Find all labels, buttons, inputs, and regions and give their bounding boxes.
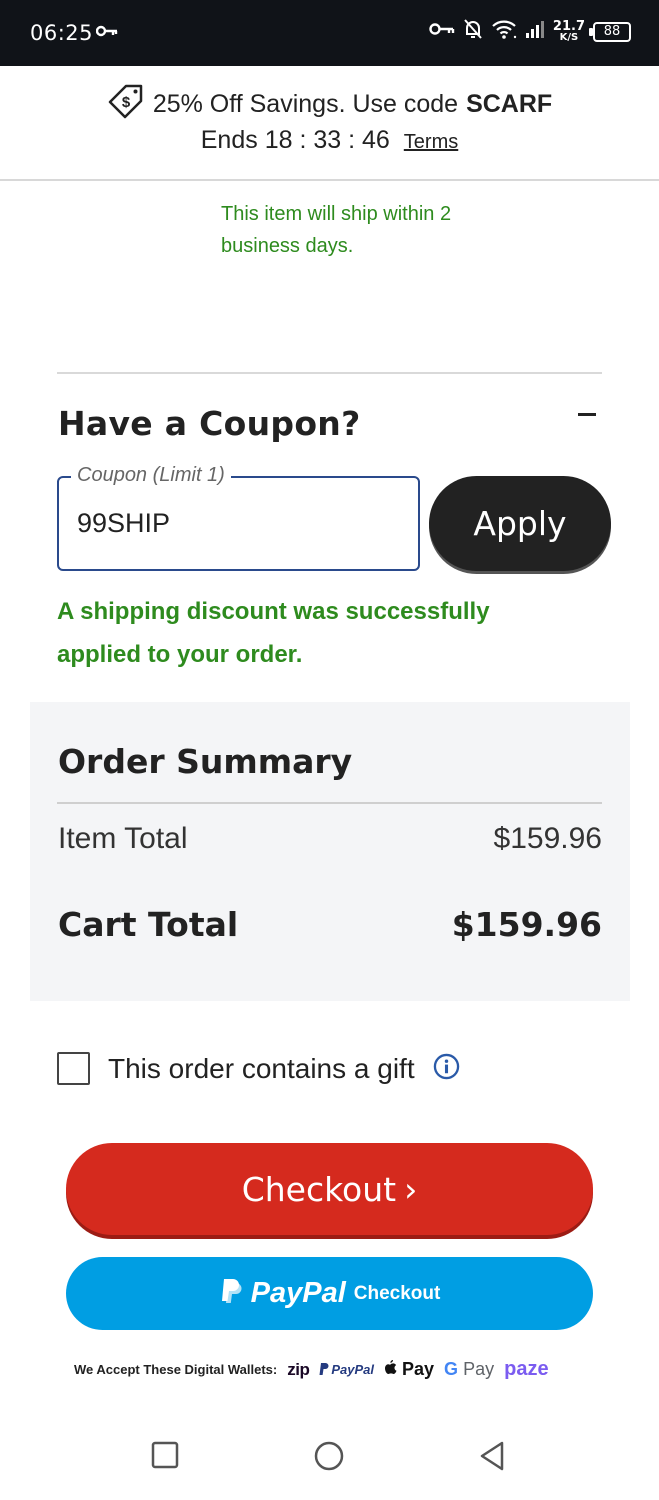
apple-pay-logo: Pay <box>384 1359 434 1380</box>
promo-headline: $ 25% Off Savings. Use code SCARF <box>0 83 659 126</box>
status-bar: 06:25 21.7 K/S 88 <box>0 0 659 66</box>
android-nav-bar <box>0 1410 659 1500</box>
coupon-field-value[interactable]: 99SHIP <box>77 508 170 539</box>
zip-logo: zip <box>287 1359 310 1379</box>
item-total-value: $159.96 <box>493 822 602 855</box>
signal-icon <box>525 20 545 43</box>
cart-total-value: $159.96 <box>451 905 602 944</box>
key-icon <box>95 24 118 43</box>
paypal-checkout-label: Checkout <box>353 1282 441 1304</box>
bell-off-icon <box>463 18 483 45</box>
checkout-label: Checkout <box>241 1169 397 1209</box>
home-icon[interactable] <box>313 1440 345 1477</box>
order-summary-title: Order Summary <box>58 742 353 781</box>
checkout-button[interactable]: Checkout › <box>66 1143 593 1235</box>
paypal-icon <box>219 1277 243 1310</box>
section-divider <box>57 372 602 374</box>
coupon-input[interactable]: Coupon (Limit 1) 99SHIP <box>57 464 420 571</box>
coupon-success-message: A shipping discount was successfully app… <box>57 598 490 668</box>
status-icons: 21.7 K/S 88 <box>429 18 631 45</box>
speed-unit: K/S <box>559 32 579 43</box>
gift-label[interactable]: This order contains a gift <box>108 1053 415 1085</box>
chevron-right-icon: › <box>404 1169 418 1209</box>
coupon-field-label: Coupon (Limit 1) <box>71 464 231 487</box>
gift-option: This order contains a gift <box>57 1052 460 1085</box>
price-tag-icon: $ <box>107 83 145 126</box>
vpn-key-icon <box>429 21 455 42</box>
promo-code: SCARF <box>466 90 553 118</box>
paypal-logo: PayPal <box>319 1362 374 1377</box>
wallets-label: We Accept These Digital Wallets: <box>74 1362 278 1377</box>
gift-checkbox[interactable] <box>57 1052 90 1085</box>
status-time: 06:25 <box>30 21 94 45</box>
terms-link[interactable]: Terms <box>404 131 458 154</box>
digital-wallets: We Accept These Digital Wallets: zip Pay… <box>74 1358 594 1381</box>
apple-icon <box>384 1359 402 1379</box>
cart-total-row: Cart Total $159.96 <box>58 905 602 944</box>
google-pay-text: Pay <box>463 1359 495 1379</box>
order-summary: Order Summary Item Total $159.96 Cart To… <box>30 702 630 1001</box>
paypal-brand: PayPal <box>250 1277 346 1309</box>
apply-button[interactable]: Apply <box>429 476 611 571</box>
item-total-label: Item Total <box>58 822 188 855</box>
recents-icon[interactable] <box>150 1440 180 1475</box>
wifi-icon <box>491 19 517 44</box>
promo-countdown: Ends 18 : 33 : 46 Terms <box>0 126 659 155</box>
battery-level: 88 <box>603 23 621 39</box>
promo-text: 25% Off Savings. Use code <box>152 90 459 118</box>
paypal-checkout-button[interactable]: PayPal Checkout <box>66 1257 593 1330</box>
promo-ends-label: Ends <box>200 126 258 154</box>
collapse-icon[interactable] <box>578 413 596 416</box>
cart-total-label: Cart Total <box>58 905 239 944</box>
coupon-title: Have a Coupon? <box>58 404 361 443</box>
network-speed: 21.7 K/S <box>553 20 585 43</box>
promo-banner: $ 25% Off Savings. Use code SCARF Ends 1… <box>0 66 659 181</box>
apple-pay-text: Pay <box>402 1359 435 1379</box>
svg-text:$: $ <box>122 94 131 111</box>
shipping-note: This item will ship within 2 business da… <box>221 203 452 257</box>
google-g-icon: G <box>444 1359 459 1379</box>
back-icon[interactable] <box>478 1440 506 1477</box>
battery-icon: 88 <box>589 21 631 42</box>
google-pay-logo: G Pay <box>444 1359 494 1380</box>
item-total-row: Item Total $159.96 <box>58 822 602 856</box>
promo-timer: 18 : 33 : 46 <box>264 126 390 154</box>
summary-divider <box>57 802 602 804</box>
paze-logo: paze <box>504 1358 549 1380</box>
paypal-logo-text: PayPal <box>331 1362 374 1377</box>
info-icon[interactable] <box>433 1053 460 1085</box>
